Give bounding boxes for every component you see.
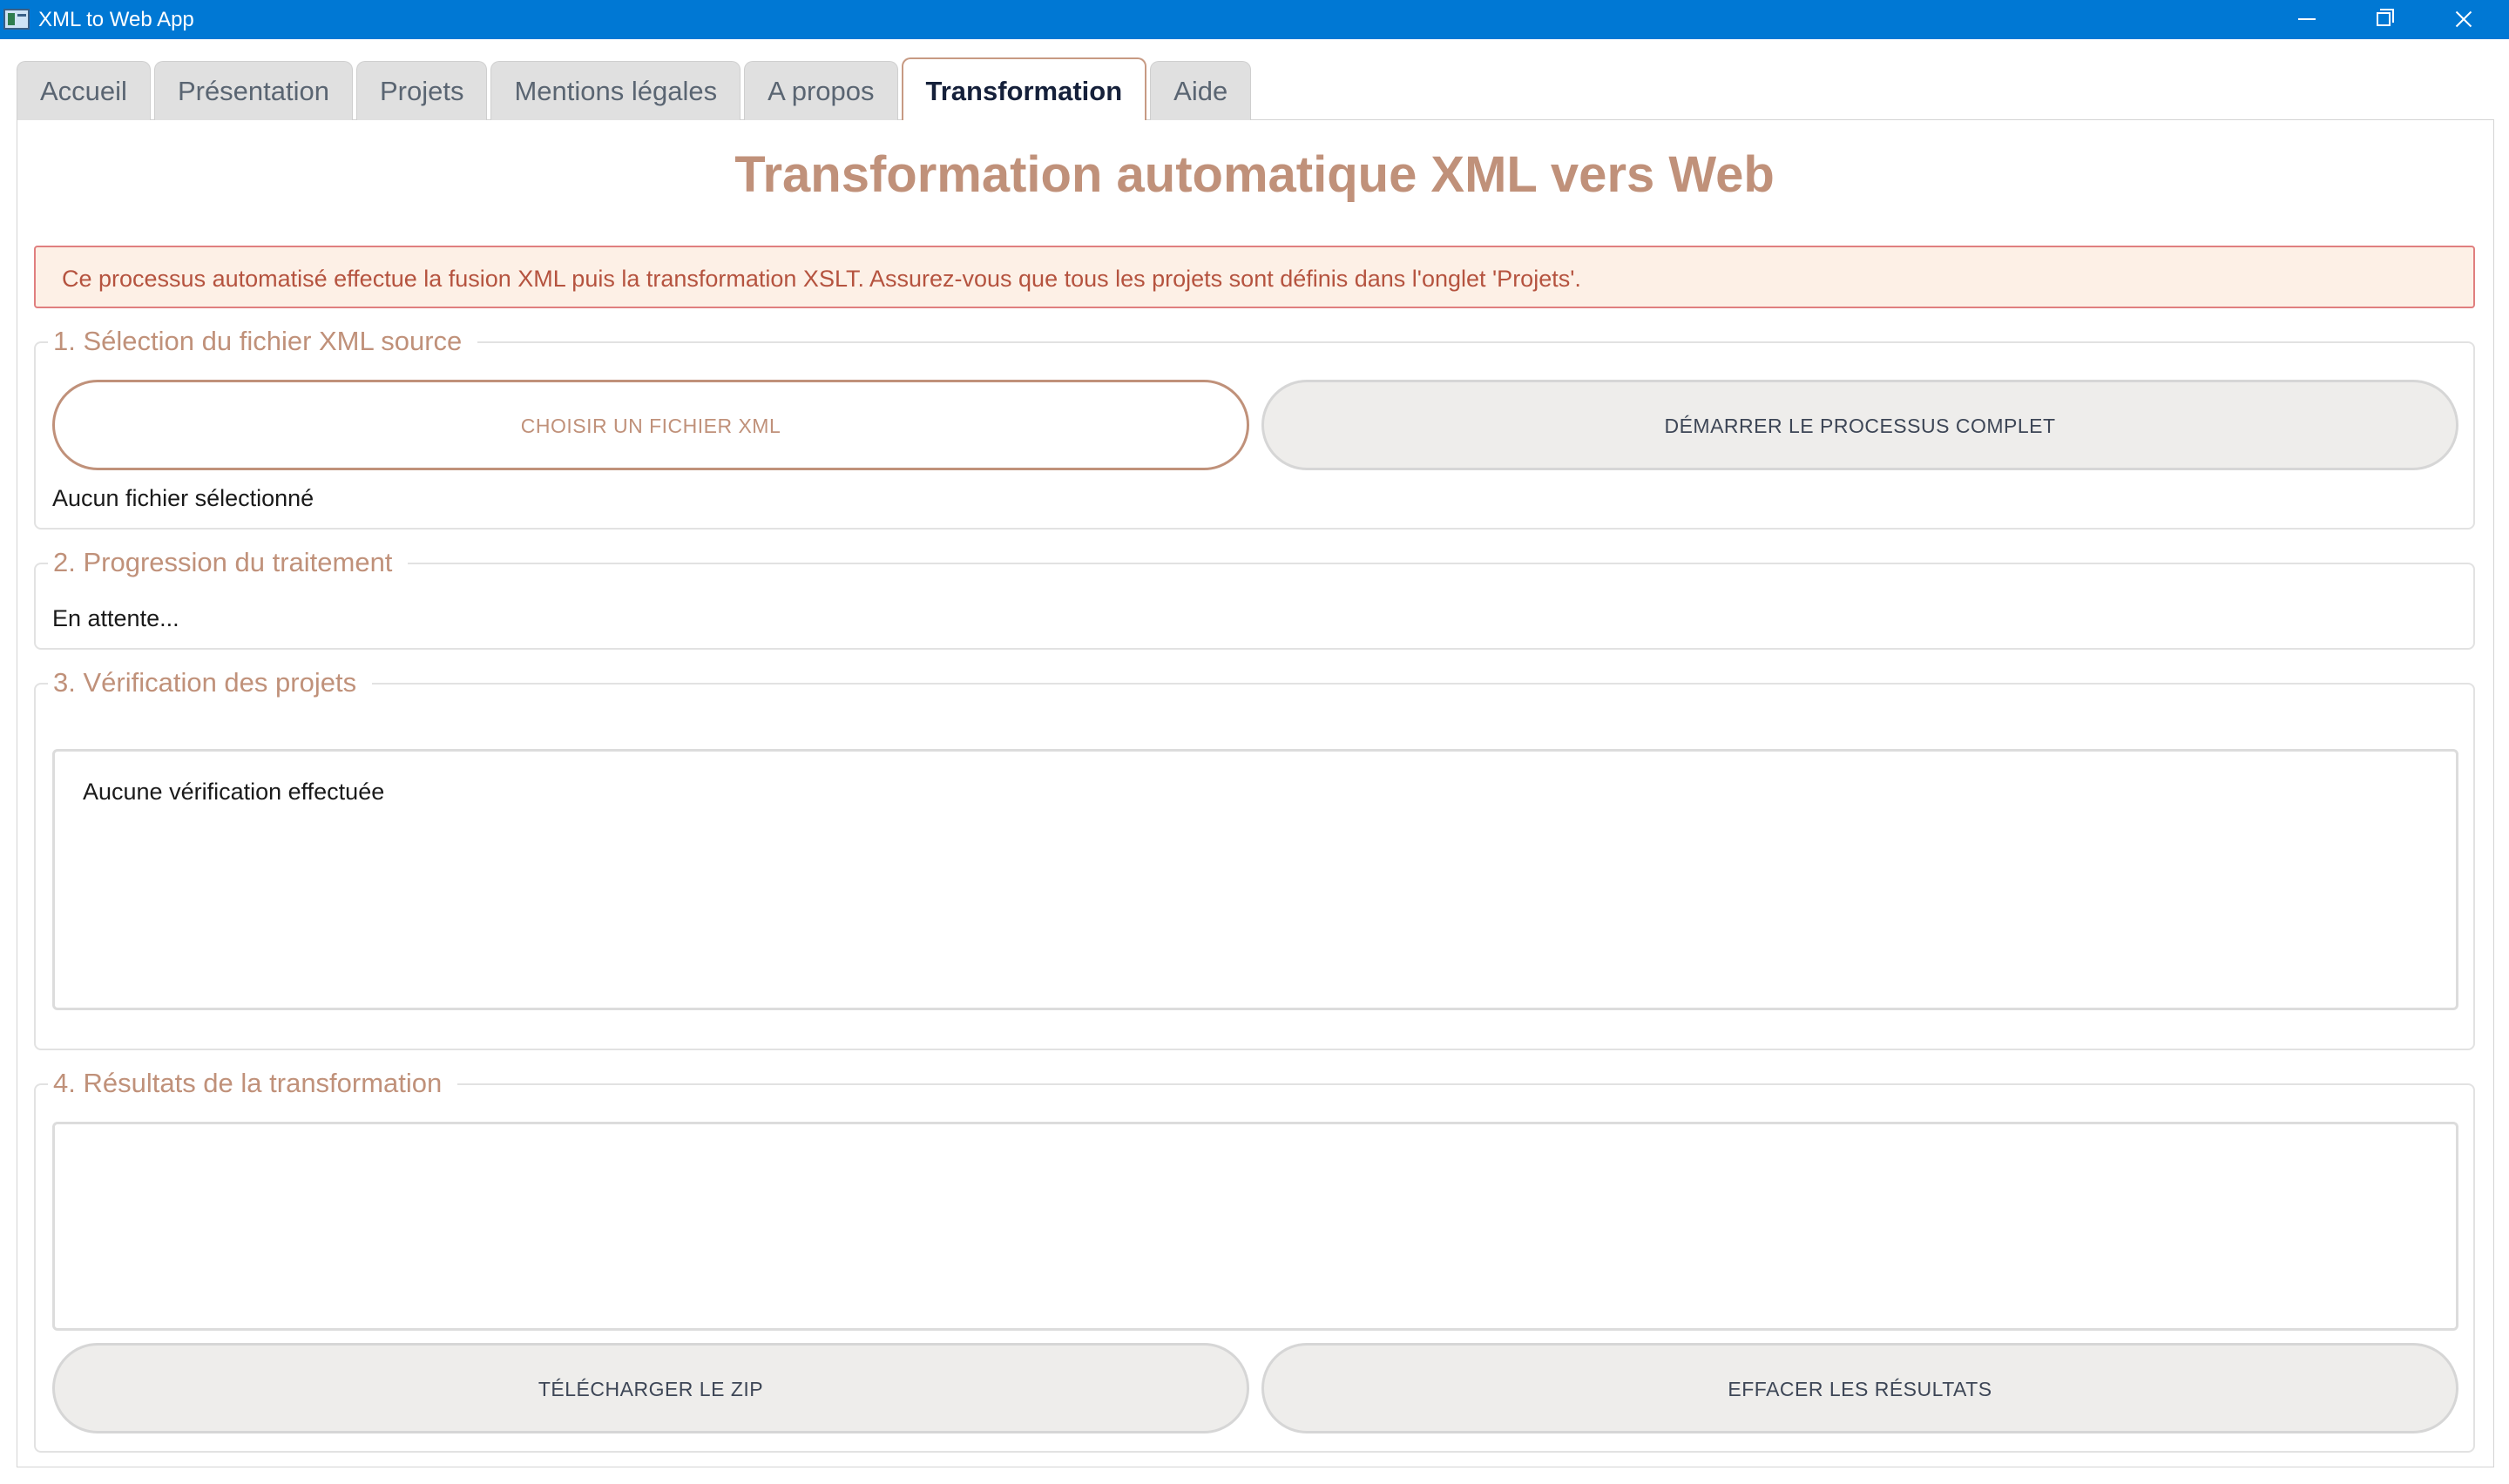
- verification-output[interactable]: Aucune vérification effectuée: [52, 749, 2458, 1010]
- info-banner: Ce processus automatisé effectue la fusi…: [34, 246, 2475, 308]
- window-title: XML to Web App: [38, 8, 194, 31]
- tab-projets[interactable]: Projets: [356, 61, 488, 120]
- section-legend: 4. Résultats de la transformation: [48, 1066, 458, 1101]
- maximize-icon[interactable]: [2345, 0, 2424, 39]
- section-legend: 3. Vérification des projets: [48, 665, 373, 700]
- start-process-button[interactable]: DÉMARRER LE PROCESSUS COMPLET: [1261, 380, 2458, 470]
- tab-presentation[interactable]: Présentation: [153, 61, 353, 120]
- section-legend: 1. Sélection du fichier XML source: [48, 324, 478, 359]
- results-output[interactable]: [52, 1122, 2458, 1331]
- section-file-selection: 1. Sélection du fichier XML source CHOIS…: [34, 324, 2475, 530]
- page-title: Transformation automatique XML vers Web: [734, 146, 1775, 203]
- tab-mentions-legales[interactable]: Mentions légales: [490, 61, 741, 120]
- clear-results-button[interactable]: EFFACER LES RÉSULTATS: [1261, 1343, 2458, 1433]
- tab-aide[interactable]: Aide: [1150, 61, 1252, 120]
- tab-accueil[interactable]: Accueil: [17, 61, 151, 120]
- title-bar: XML to Web App: [0, 0, 2509, 39]
- choose-xml-file-button[interactable]: CHOISIR UN FICHIER XML: [52, 380, 1249, 470]
- section-legend: 2. Progression du traitement: [48, 545, 409, 580]
- section-results: 4. Résultats de la transformation TÉLÉCH…: [34, 1066, 2475, 1453]
- minimize-icon[interactable]: [2267, 0, 2345, 39]
- tab-transformation[interactable]: Transformation: [901, 57, 1147, 120]
- verification-text: Aucune vérification effectuée: [83, 779, 385, 805]
- tab-a-propos[interactable]: A propos: [744, 61, 898, 120]
- close-icon[interactable]: [2424, 0, 2502, 39]
- app-icon: [3, 9, 30, 30]
- file-status-text: Aucun fichier sélectionné: [52, 485, 314, 511]
- info-text: Ce processus automatisé effectue la fusi…: [62, 266, 1581, 292]
- section-progress: 2. Progression du traitement En attente.…: [34, 545, 2475, 650]
- tab-bar: Accueil Présentation Projets Mentions lé…: [17, 57, 1252, 120]
- download-zip-button[interactable]: TÉLÉCHARGER LE ZIP: [52, 1343, 1249, 1433]
- section-verification: 3. Vérification des projets Aucune vérif…: [34, 665, 2475, 1050]
- progress-status-text: En attente...: [52, 605, 179, 631]
